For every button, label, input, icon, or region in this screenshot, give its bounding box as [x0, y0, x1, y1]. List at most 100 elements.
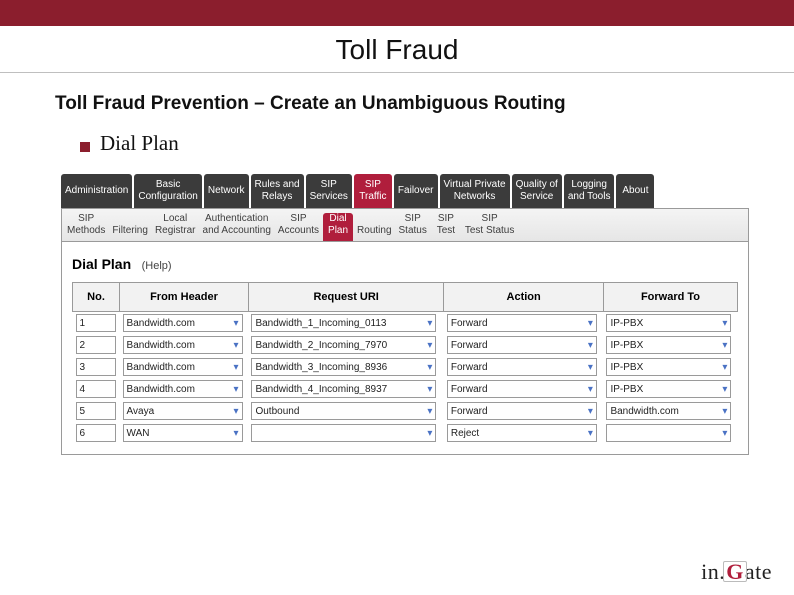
select-field[interactable]: Bandwidth_3_Incoming_8936▾: [251, 358, 436, 376]
main-tab[interactable]: Administration: [61, 174, 132, 208]
chevron-down-icon: ▾: [234, 384, 239, 395]
table-row: 5 Avaya▾ Outbound▾ Forward▾ Bandwidth.com▾: [73, 400, 738, 422]
sub-tab[interactable]: SIPAccounts: [275, 213, 322, 241]
sub-tab[interactable]: Authenticationand Accounting: [200, 213, 274, 241]
table-row: 6 WAN▾ ▾ Reject▾ ▾: [73, 422, 738, 444]
main-tab[interactable]: About: [616, 174, 654, 208]
footer-logo: in.Gate: [701, 559, 772, 585]
select-field[interactable]: Bandwidth_1_Incoming_0113▾: [251, 314, 436, 332]
table-row: 4 Bandwidth.com▾ Bandwidth_4_Incoming_8937…: [73, 378, 738, 400]
chevron-down-icon: ▾: [588, 318, 593, 329]
logo-g: G: [725, 559, 745, 584]
logo-pre: in.: [701, 559, 725, 584]
col-act: Action: [444, 283, 604, 312]
col-no: No.: [73, 283, 120, 312]
text-field[interactable]: 6: [76, 424, 116, 442]
select-field[interactable]: Bandwidth.com▾: [606, 402, 731, 420]
select-field[interactable]: Bandwidth_2_Incoming_7970▾: [251, 336, 436, 354]
main-tab[interactable]: SIPTraffic: [354, 174, 392, 208]
select-field[interactable]: ▾: [606, 424, 731, 442]
main-tab[interactable]: BasicConfiguration: [134, 174, 201, 208]
select-field[interactable]: Bandwidth.com▾: [123, 314, 243, 332]
bullet-text: Dial Plan: [100, 131, 179, 156]
select-field[interactable]: Forward▾: [447, 336, 597, 354]
sub-tab[interactable]: SIPStatus: [396, 213, 430, 241]
logo-post: ate: [745, 559, 772, 584]
select-field[interactable]: ▾: [251, 424, 436, 442]
chevron-down-icon: ▾: [722, 384, 727, 395]
dial-plan-table: No. From Header Request URI Action Forwa…: [72, 282, 738, 444]
main-tab[interactable]: Virtual PrivateNetworks: [440, 174, 510, 208]
select-field[interactable]: IP-PBX▾: [606, 358, 731, 376]
chevron-down-icon: ▾: [722, 428, 727, 439]
col-req: Request URI: [248, 283, 443, 312]
select-field[interactable]: Bandwidth.com▾: [123, 336, 243, 354]
app-panel: AdministrationBasicConfigurationNetworkR…: [61, 174, 749, 455]
chevron-down-icon: ▾: [588, 340, 593, 351]
main-tabs: AdministrationBasicConfigurationNetworkR…: [61, 174, 749, 208]
text-field[interactable]: 4: [76, 380, 116, 398]
bullet-icon: [80, 142, 90, 152]
main-tab[interactable]: Loggingand Tools: [564, 174, 615, 208]
select-field[interactable]: IP-PBX▾: [606, 336, 731, 354]
sub-tab[interactable]: Filtering: [109, 213, 151, 241]
text-field[interactable]: 3: [76, 358, 116, 376]
sub-tab[interactable]: SIPTest Status: [462, 213, 517, 241]
table-row: 2 Bandwidth.com▾ Bandwidth_2_Incoming_7970…: [73, 334, 738, 356]
bullet-row: Dial Plan: [80, 131, 749, 156]
sub-tab[interactable]: LocalRegistrar: [152, 213, 199, 241]
page-subtitle: Toll Fraud Prevention – Create an Unambi…: [55, 93, 749, 115]
chevron-down-icon: ▾: [427, 362, 432, 373]
section-title: Dial Plan: [72, 256, 131, 272]
sub-tab[interactable]: Routing: [354, 213, 394, 241]
chevron-down-icon: ▾: [427, 384, 432, 395]
title-area: Toll Fraud: [0, 26, 794, 73]
chevron-down-icon: ▾: [588, 362, 593, 373]
chevron-down-icon: ▾: [722, 340, 727, 351]
panel-body: Dial Plan (Help) No. From Header Request…: [61, 241, 749, 455]
content: Toll Fraud Prevention – Create an Unambi…: [0, 73, 794, 455]
select-field[interactable]: Forward▾: [447, 402, 597, 420]
text-field[interactable]: 1: [76, 314, 116, 332]
select-field[interactable]: Forward▾: [447, 314, 597, 332]
select-field[interactable]: Outbound▾: [251, 402, 436, 420]
table-header-row: No. From Header Request URI Action Forwa…: [73, 283, 738, 312]
select-field[interactable]: Avaya▾: [123, 402, 243, 420]
chevron-down-icon: ▾: [427, 318, 432, 329]
table-row: 1 Bandwidth.com▾ Bandwidth_1_Incoming_0113…: [73, 312, 738, 335]
sub-tab[interactable]: SIPTest: [431, 213, 461, 241]
chevron-down-icon: ▾: [234, 340, 239, 351]
sub-tab[interactable]: DialPlan: [323, 213, 353, 241]
chevron-down-icon: ▾: [588, 406, 593, 417]
select-field[interactable]: Forward▾: [447, 358, 597, 376]
chevron-down-icon: ▾: [234, 362, 239, 373]
select-field[interactable]: Reject▾: [447, 424, 597, 442]
chevron-down-icon: ▾: [427, 340, 432, 351]
chevron-down-icon: ▾: [427, 406, 432, 417]
chevron-down-icon: ▾: [234, 406, 239, 417]
sub-tab[interactable]: SIPMethods: [64, 213, 108, 241]
text-field[interactable]: 2: [76, 336, 116, 354]
page-title: Toll Fraud: [0, 34, 794, 66]
main-tab[interactable]: Failover: [394, 174, 438, 208]
select-field[interactable]: Bandwidth.com▾: [123, 358, 243, 376]
main-tab[interactable]: Network: [204, 174, 249, 208]
select-field[interactable]: IP-PBX▾: [606, 314, 731, 332]
main-tab[interactable]: SIPServices: [306, 174, 352, 208]
text-field[interactable]: 5: [76, 402, 116, 420]
chevron-down-icon: ▾: [722, 318, 727, 329]
chevron-down-icon: ▾: [588, 384, 593, 395]
select-field[interactable]: IP-PBX▾: [606, 380, 731, 398]
select-field[interactable]: WAN▾: [123, 424, 243, 442]
chevron-down-icon: ▾: [427, 428, 432, 439]
chevron-down-icon: ▾: [722, 406, 727, 417]
select-field[interactable]: Forward▾: [447, 380, 597, 398]
select-field[interactable]: Bandwidth_4_Incoming_8937▾: [251, 380, 436, 398]
help-link[interactable]: (Help): [142, 260, 172, 272]
table-row: 3 Bandwidth.com▾ Bandwidth_3_Incoming_8936…: [73, 356, 738, 378]
chevron-down-icon: ▾: [234, 318, 239, 329]
sub-tabs: SIPMethods FilteringLocalRegistrarAuthen…: [61, 208, 749, 241]
main-tab[interactable]: Quality ofService: [512, 174, 562, 208]
main-tab[interactable]: Rules andRelays: [251, 174, 304, 208]
select-field[interactable]: Bandwidth.com▾: [123, 380, 243, 398]
